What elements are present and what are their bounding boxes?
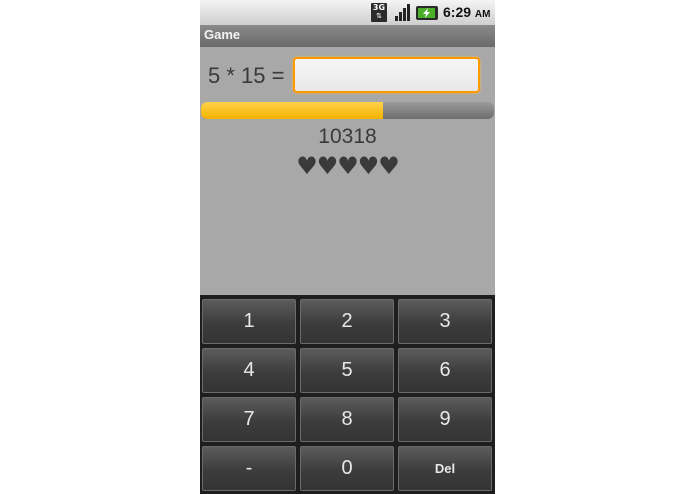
question-label: 5 * 15 = [208,63,285,88]
key-1[interactable]: 1 [202,299,296,344]
key-minus[interactable]: - [202,446,296,491]
3g-data-icon: 3G ⇅ [371,3,387,22]
key-8[interactable]: 8 [300,397,394,442]
key-5[interactable]: 5 [300,348,394,393]
lives-row: ♥♥♥♥♥ [200,152,495,180]
key-7[interactable]: 7 [202,397,296,442]
phone-screen: 3G ⇅ 6:29 AM Game 5 * 15 = 10318 ♥♥♥♥♥ 1 [200,0,495,494]
clock-time: 6:29 [443,4,472,20]
title-bar: Game [200,25,495,47]
signal-icon [395,4,410,21]
heart-icon: ♥ [357,152,379,180]
heart-icon: ♥ [378,152,399,180]
battery-charging-icon [416,6,438,20]
time-progress-bar [201,102,494,119]
status-clock: 6:29 AM [443,4,490,20]
heart-icon: ♥ [296,152,317,180]
key-3[interactable]: 3 [398,299,492,344]
heart-icon: ♥ [337,152,358,180]
status-bar: 3G ⇅ 6:29 AM [200,0,495,25]
app-title: Game [204,27,241,42]
key-6[interactable]: 6 [398,348,492,393]
key-0[interactable]: 0 [300,446,394,491]
key-9[interactable]: 9 [398,397,492,442]
network-badge-label: 3G [372,3,386,12]
key-4[interactable]: 4 [202,348,296,393]
numeric-keypad: 1 2 3 4 5 6 7 8 9 - 0 Del [200,295,495,494]
answer-input[interactable] [293,57,480,93]
key-delete[interactable]: Del [398,446,492,491]
heart-icon: ♥ [316,152,338,180]
time-progress-fill [201,102,383,119]
clock-ampm: AM [474,9,491,20]
score-value: 10318 [318,125,377,148]
key-2[interactable]: 2 [300,299,394,344]
